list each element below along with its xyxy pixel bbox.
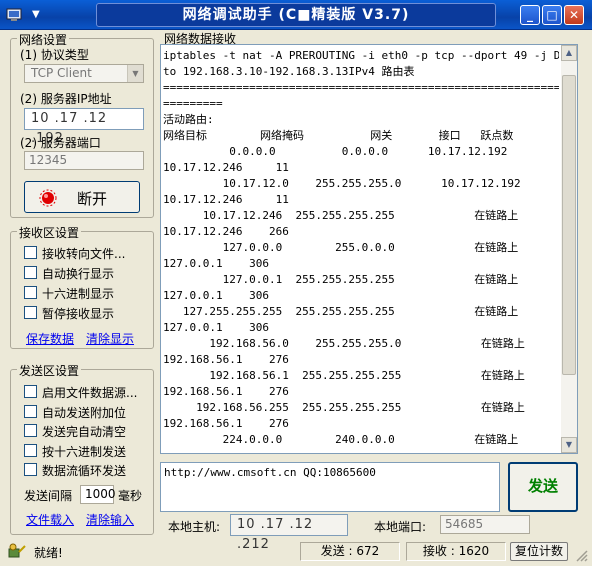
local-port-label: 本地端口: (374, 520, 427, 534)
minimize-button[interactable]: _ (520, 5, 540, 25)
hex-display-checkbox[interactable]: 十六进制显示 (24, 285, 114, 302)
save-data-link[interactable]: 保存数据 (26, 330, 74, 347)
send-interval-unit: 毫秒 (118, 489, 143, 503)
send-textarea[interactable]: http://www.cmsoft.cn QQ:10865600 (160, 462, 500, 512)
protocol-value: TCP Client (31, 66, 92, 80)
send-button[interactable]: 发送 (508, 462, 578, 512)
local-host-field: 10 .17 .12 .212 (230, 514, 348, 552)
chevron-down-icon[interactable]: ▼ (127, 65, 143, 82)
vertical-scrollbar[interactable]: ▲ ▼ (561, 45, 577, 453)
status-bar: 就绪! 发送 : 672 接收 : 1620 复位计数 (0, 540, 592, 566)
local-port-field: 54685 (440, 515, 530, 534)
clear-input-link[interactable]: 清除输入 (86, 511, 134, 528)
auto-clear-checkbox[interactable]: 发送完自动清空 (24, 423, 126, 440)
sent-count: 发送 : 672 (300, 542, 400, 561)
scroll-up-icon[interactable]: ▲ (561, 45, 577, 61)
disconnect-label: 断开 (77, 190, 108, 208)
send-interval-input[interactable]: 1000 (80, 485, 116, 504)
server-ip-input[interactable]: 10 .17 .12 .192 (24, 108, 144, 146)
server-port-input[interactable]: 12345 (24, 151, 144, 170)
protocol-select[interactable]: TCP Client ▼ (24, 64, 144, 83)
send-interval-label: 发送间隔 (24, 489, 73, 503)
window-title: 网络调试助手 (C■精装版 V3.7) (96, 3, 496, 27)
protocol-label: (1) 协议类型 (20, 48, 89, 62)
load-file-link[interactable]: 文件载入 (26, 511, 74, 528)
app-icon[interactable] (6, 7, 22, 23)
disconnect-button[interactable]: 断开 (24, 181, 140, 213)
receive-settings-title: 接收区设置 (17, 224, 82, 241)
maximize-button[interactable]: □ (542, 5, 562, 25)
server-port-label: (2) 服务器端口 (20, 136, 101, 150)
auto-wrap-checkbox[interactable]: 自动换行显示 (24, 265, 114, 282)
pause-receive-checkbox[interactable]: 暂停接收显示 (24, 305, 114, 322)
server-ip-label: (2) 服务器IP地址 (20, 92, 112, 106)
received-count: 接收 : 1620 (406, 542, 506, 561)
receive-to-file-checkbox[interactable]: 接收转向文件... (24, 245, 125, 262)
receive-text: iptables -t nat -A PREROUTING -i eth0 -p… (163, 49, 559, 446)
loop-send-checkbox[interactable]: 数据流循环发送 (24, 462, 126, 479)
auto-append-checkbox[interactable]: 自动发送附加位 (24, 404, 126, 421)
status-icon (8, 543, 26, 558)
resize-grip-icon[interactable] (574, 548, 588, 562)
clear-display-link[interactable]: 清除显示 (86, 330, 134, 347)
reset-count-button[interactable]: 复位计数 (510, 542, 568, 561)
scrollbar-thumb[interactable] (562, 75, 576, 375)
title-bar: ▼ 网络调试助手 (C■精装版 V3.7) _ □ ✕ (0, 0, 592, 30)
system-menu-arrow-icon[interactable]: ▼ (32, 9, 40, 20)
local-host-label: 本地主机: (168, 520, 221, 534)
scroll-down-icon[interactable]: ▼ (561, 437, 577, 453)
receive-textarea[interactable]: iptables -t nat -A PREROUTING -i eth0 -p… (160, 44, 578, 454)
connection-status-icon (39, 189, 57, 207)
send-settings-title: 发送区设置 (17, 362, 82, 379)
status-ready: 就绪! (34, 546, 63, 560)
hex-send-checkbox[interactable]: 按十六进制发送 (24, 443, 126, 460)
file-source-checkbox[interactable]: 启用文件数据源... (24, 384, 137, 401)
close-button[interactable]: ✕ (564, 5, 584, 25)
